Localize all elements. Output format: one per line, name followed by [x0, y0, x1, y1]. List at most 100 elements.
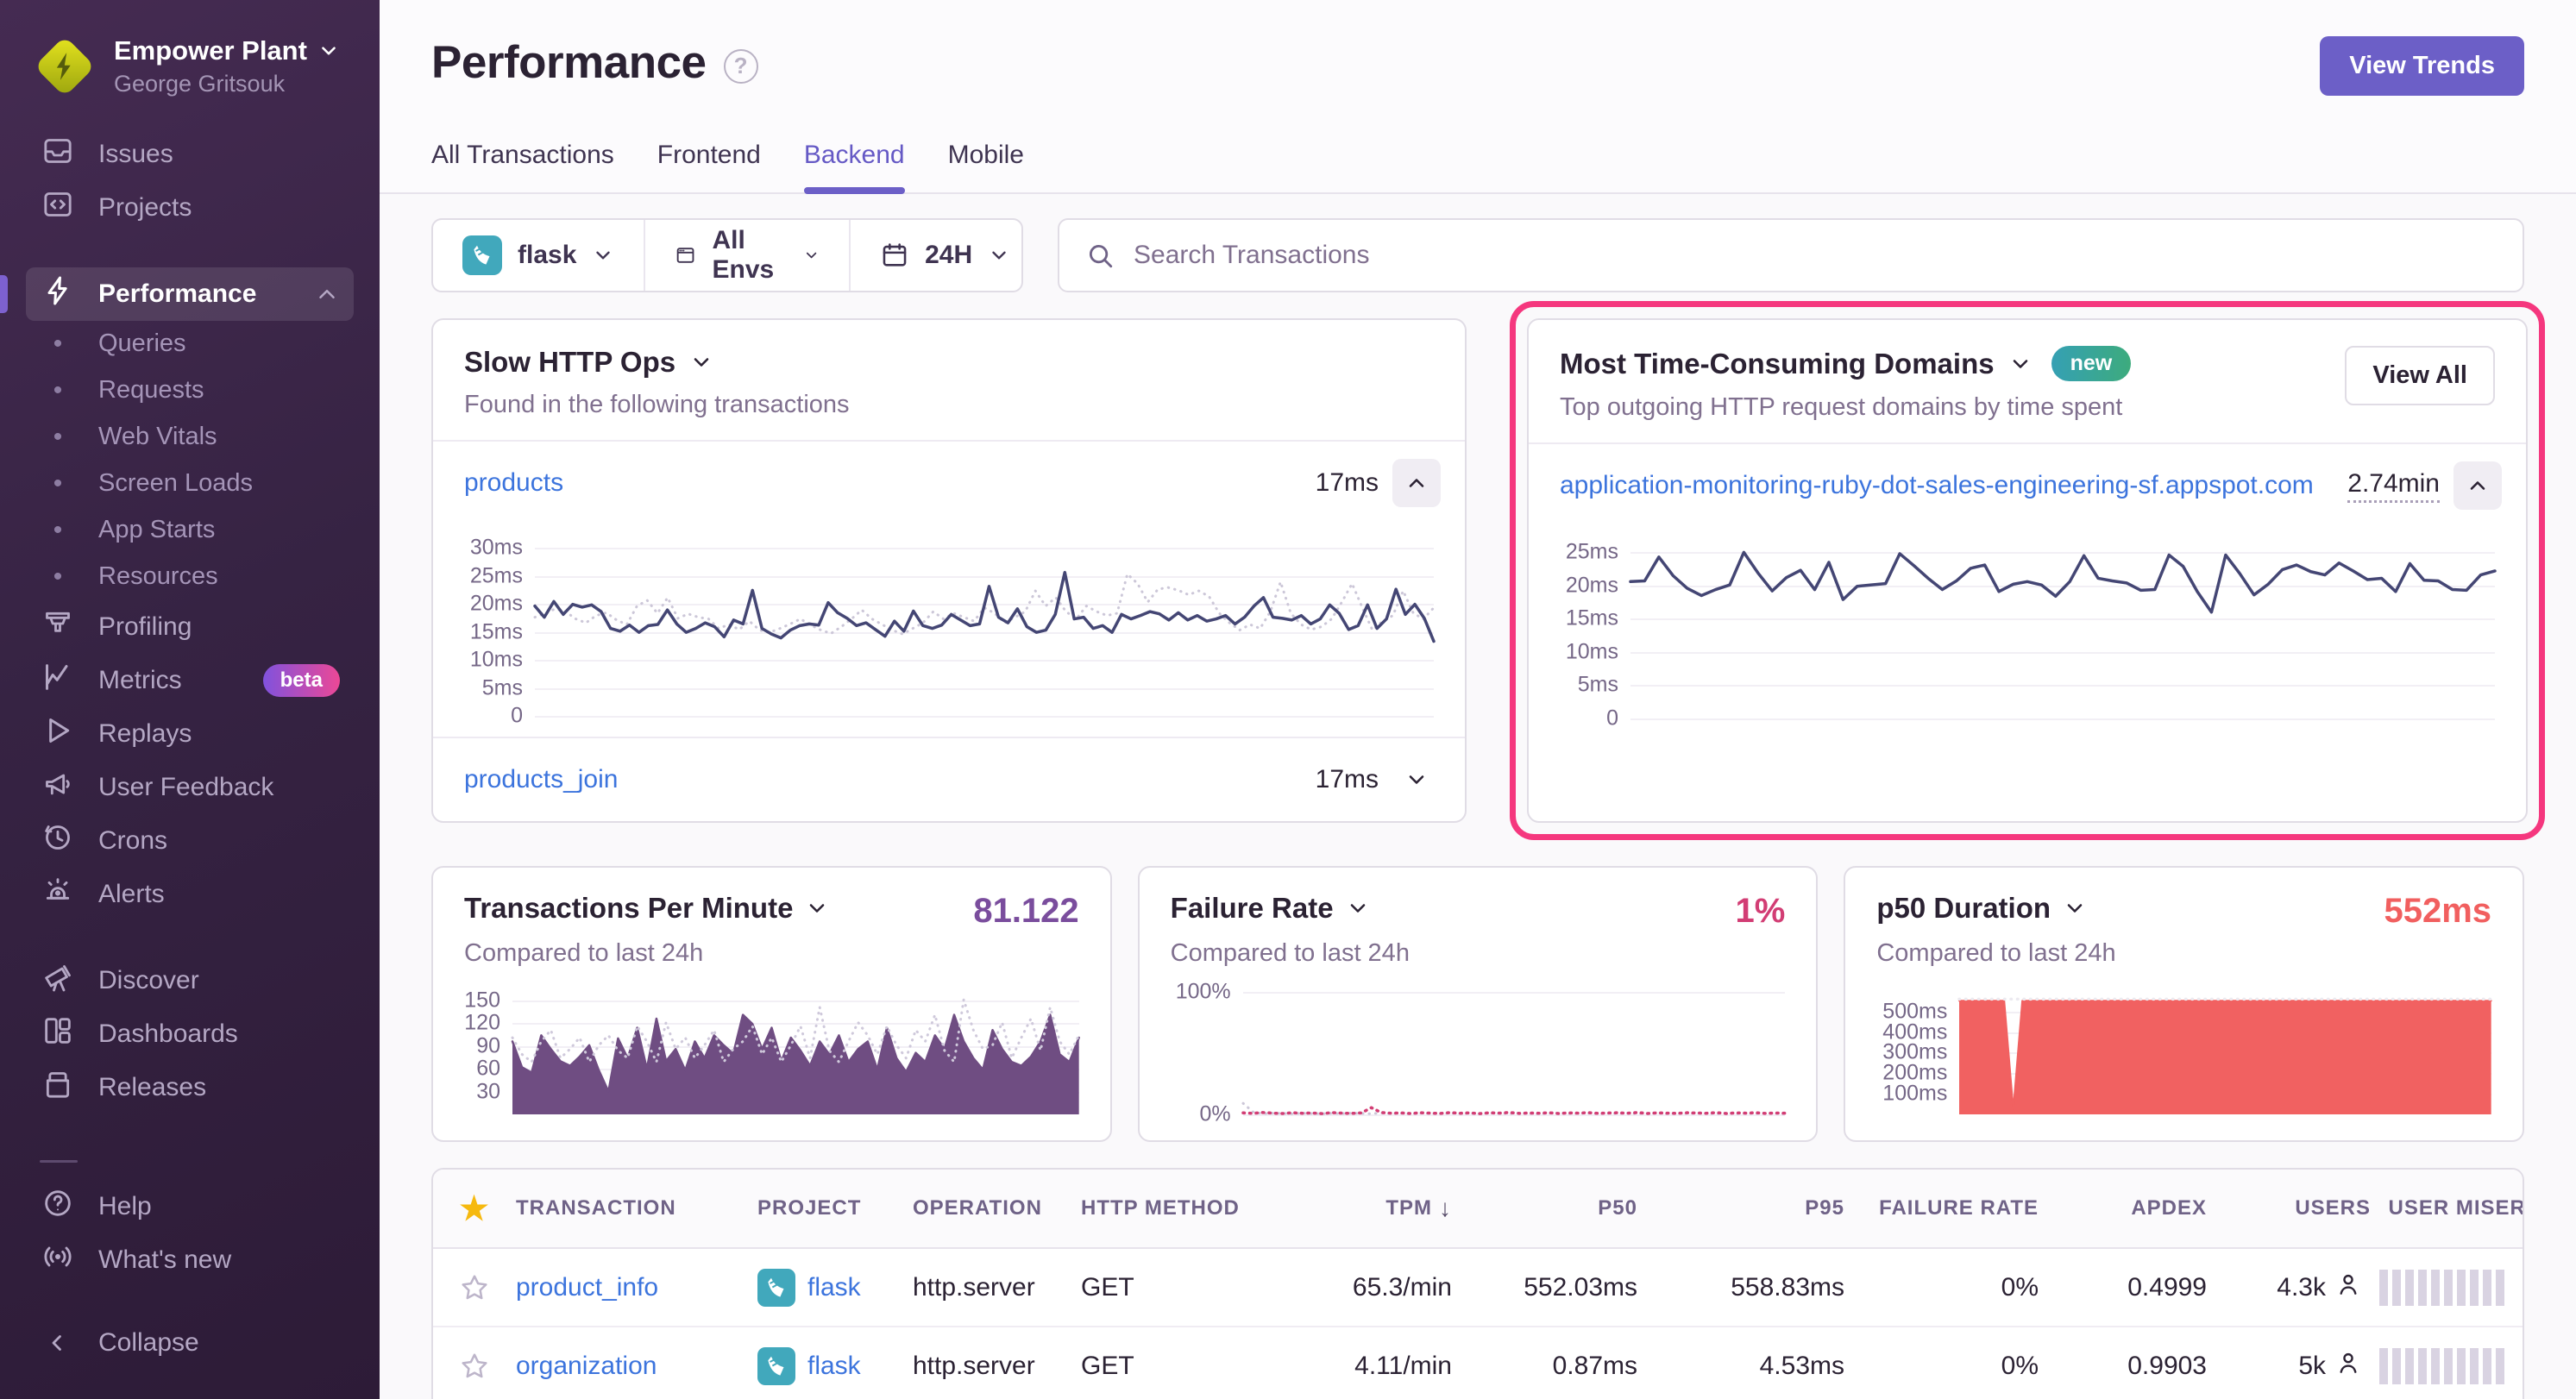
- collapse-row-button[interactable]: [1392, 459, 1441, 507]
- whats-new-icon: [41, 1239, 75, 1281]
- sidebar-item-alerts[interactable]: Alerts: [26, 868, 354, 921]
- column-header-user-misery[interactable]: USER MISERY: [2371, 1196, 2524, 1220]
- search-input[interactable]: [1132, 240, 2497, 271]
- chevron-up-icon: [314, 281, 340, 307]
- transaction-link[interactable]: organization: [516, 1352, 657, 1381]
- bullet-icon: •: [53, 562, 63, 592]
- column-header-http-method[interactable]: HTTP METHOD: [1081, 1196, 1284, 1220]
- column-header-tpm[interactable]: TPM↓: [1284, 1195, 1452, 1222]
- tab-mobile[interactable]: Mobile: [948, 141, 1024, 192]
- card-title-dropdown[interactable]: Most Time-Consuming Domains new: [1560, 346, 2131, 381]
- sidebar-item-performance[interactable]: Performance: [26, 267, 354, 321]
- sidebar-item-help[interactable]: Help: [26, 1180, 354, 1233]
- collapse-row-button[interactable]: [2453, 461, 2502, 510]
- sidebar-item-discover[interactable]: Discover: [26, 954, 354, 1007]
- column-header-p95[interactable]: P95: [1637, 1196, 1844, 1220]
- sidebar-item-app-starts[interactable]: •App Starts: [26, 507, 354, 554]
- org-name: Empower Plant: [114, 35, 307, 66]
- slow-http-ops-chart[interactable]: 30ms 25ms 20ms 15ms 10ms 5ms 0: [459, 536, 1434, 716]
- sidebar-collapse-button[interactable]: Collapse: [26, 1316, 354, 1370]
- expand-row-button[interactable]: [1392, 756, 1441, 804]
- card-title-dropdown[interactable]: Slow HTTP Ops: [464, 346, 1434, 379]
- sidebar-item-dashboards[interactable]: Dashboards: [26, 1007, 354, 1061]
- chevron-down-icon: [689, 350, 713, 374]
- failure-rate-cell: 0%: [1844, 1273, 2039, 1302]
- transaction-link[interactable]: products_join: [464, 765, 618, 794]
- tpm-chart[interactable]: 150 120 90 60 30: [457, 987, 1079, 1114]
- help-circle-icon[interactable]: ?: [724, 49, 758, 84]
- sidebar-item-screen-loads[interactable]: •Screen Loads: [26, 461, 354, 507]
- card-title-dropdown[interactable]: Failure Rate: [1171, 892, 1370, 925]
- sidebar-gap: [26, 921, 354, 954]
- sidebar-item-replays[interactable]: Replays: [26, 707, 354, 761]
- p50-duration-chart[interactable]: 500ms 400ms 300ms 200ms 100ms: [1869, 987, 2491, 1114]
- org-switcher[interactable]: Empower Plant George Gritsouk: [0, 0, 380, 98]
- sidebar-item-issues[interactable]: Issues: [26, 128, 354, 181]
- star-icon[interactable]: ★: [433, 1189, 516, 1228]
- transaction-link[interactable]: product_info: [516, 1273, 658, 1302]
- column-header-p50[interactable]: P50: [1452, 1196, 1637, 1220]
- view-all-button[interactable]: View All: [2345, 346, 2495, 405]
- axis-tick-label: 15ms: [459, 619, 523, 644]
- card-subtitle: Compared to last 24h: [433, 939, 1110, 968]
- project-link[interactable]: flask: [807, 1352, 861, 1381]
- p50-cell: 552.03ms: [1452, 1273, 1637, 1302]
- tpm-value: 81.122: [973, 892, 1078, 931]
- view-trends-button[interactable]: View Trends: [2320, 36, 2524, 96]
- sidebar-footer: Help What's new Collapse: [0, 1160, 380, 1399]
- sidebar-item-profiling[interactable]: Profiling: [26, 600, 354, 654]
- column-header-users[interactable]: USERS: [2207, 1196, 2371, 1220]
- environment-filter[interactable]: All Envs: [644, 220, 849, 291]
- sentry-performance-screen: Empower Plant George Gritsouk Issues Pro…: [0, 0, 2576, 1399]
- http-method-cell: GET: [1081, 1352, 1284, 1381]
- card-subtitle: Compared to last 24h: [1845, 939, 2523, 968]
- sidebar-item-projects[interactable]: Projects: [26, 181, 354, 235]
- p50_duration-plot: [1959, 987, 2491, 1114]
- domain-link[interactable]: application-monitoring-ruby-dot-sales-en…: [1560, 471, 2314, 500]
- tab-all-transactions[interactable]: All Transactions: [431, 141, 614, 192]
- new-badge: new: [2051, 346, 2132, 381]
- date-range-filter-label: 24H: [925, 241, 972, 270]
- axis-tick-label: 25ms: [1555, 540, 1618, 565]
- project-link[interactable]: flask: [807, 1273, 861, 1302]
- star-toggle[interactable]: [433, 1350, 516, 1383]
- sidebar-item-crons[interactable]: Crons: [26, 814, 354, 868]
- domains-chart[interactable]: 25ms 20ms 15ms 10ms 5ms 0: [1555, 539, 2495, 718]
- tab-frontend[interactable]: Frontend: [657, 141, 761, 192]
- sidebar-item-user-feedback[interactable]: User Feedback: [26, 761, 354, 814]
- tab-bar: All Transactions Frontend Backend Mobile: [431, 141, 2524, 192]
- column-header-apdex[interactable]: APDEX: [2039, 1196, 2207, 1220]
- card-title-dropdown[interactable]: Transactions Per Minute: [464, 892, 829, 925]
- time-spent-value[interactable]: 2.74min: [2347, 469, 2440, 503]
- date-range-filter[interactable]: 24H: [849, 220, 1040, 291]
- project-filter[interactable]: flask: [433, 220, 644, 291]
- sidebar-item-resources[interactable]: •Resources: [26, 554, 354, 600]
- chevron-down-icon: [1404, 768, 1429, 792]
- sort-desc-arrow-icon: ↓: [1439, 1195, 1452, 1222]
- column-header-transaction[interactable]: TRANSACTION: [516, 1196, 757, 1220]
- sidebar-item-releases[interactable]: Releases: [26, 1061, 354, 1114]
- sidebar-item-metrics[interactable]: Metricsbeta: [26, 654, 354, 707]
- sidebar-item-web-vitals[interactable]: •Web Vitals: [26, 414, 354, 461]
- sidebar-item-what-s-new[interactable]: What's new: [26, 1233, 354, 1287]
- column-header-failure-rate[interactable]: FAILURE RATE: [1844, 1196, 2039, 1220]
- failure-rate-chart[interactable]: 100% 0%: [1164, 987, 1786, 1114]
- tpm-cell: 4.11/min: [1284, 1352, 1452, 1381]
- column-header-project[interactable]: PROJECT: [757, 1196, 913, 1220]
- axis-tick-label: 10ms: [459, 648, 523, 673]
- sidebar-item-requests[interactable]: •Requests: [26, 367, 354, 414]
- axis-tick-label: 30: [457, 1079, 500, 1104]
- gridline: [1630, 718, 2495, 720]
- star-toggle[interactable]: [433, 1271, 516, 1304]
- axis-tick-label: 15ms: [1555, 606, 1618, 631]
- transaction-link[interactable]: products: [464, 468, 563, 498]
- crons-icon: [41, 820, 75, 862]
- tab-backend[interactable]: Backend: [804, 141, 905, 192]
- sidebar-item-queries[interactable]: •Queries: [26, 321, 354, 367]
- lightning-logo-icon: [48, 48, 81, 85]
- card-subtitle: Found in the following transactions: [464, 391, 1434, 419]
- card-title-dropdown[interactable]: p50 Duration: [1876, 892, 2087, 925]
- column-header-operation[interactable]: OPERATION: [913, 1196, 1081, 1220]
- axis-tick-label: 5ms: [1555, 673, 1618, 698]
- search-transactions-box: [1058, 218, 2524, 292]
